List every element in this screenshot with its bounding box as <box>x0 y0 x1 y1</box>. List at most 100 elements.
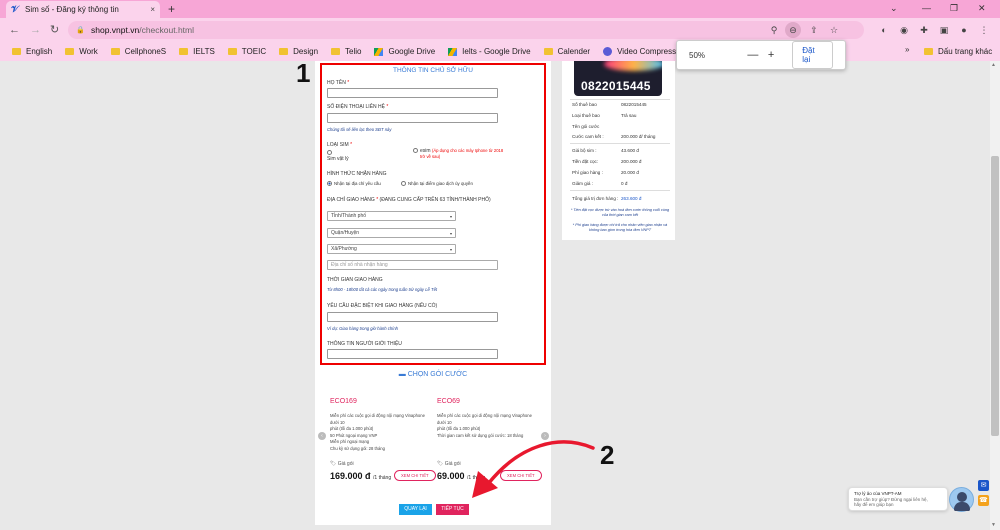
bookmark-english[interactable]: English <box>12 47 52 56</box>
side-widget-icons: ✉ ☎ <box>978 480 989 510</box>
deposit-note: * Tiền đặt cọc được trừ vào hoá đơn cước… <box>570 208 670 217</box>
back-icon[interactable]: ← <box>9 21 20 39</box>
vnpt-favicon-icon: 𝒱 <box>11 4 19 14</box>
delivery-time-note: Từ 8h00 - 18h00 tất cả các ngày trong tu… <box>327 287 438 292</box>
owner-info-title: THÔNG TIN CHỦ SỞ HỮU <box>393 67 473 74</box>
special-request-input[interactable] <box>327 312 498 322</box>
zoom-reset-button[interactable]: Đặt lại <box>792 41 833 69</box>
profile-avatar[interactable]: ● <box>956 22 972 38</box>
support-icon[interactable]: ☎ <box>978 495 989 506</box>
zoom-percent: 50% <box>689 50 706 60</box>
delivery-home-radio[interactable] <box>327 181 332 186</box>
ward-select[interactable]: Xã/Phường ▾ <box>327 244 456 254</box>
scroll-down-icon[interactable]: ▼ <box>991 522 996 528</box>
chatbot-avatar[interactable] <box>949 487 974 512</box>
divider <box>570 143 670 144</box>
feature-item: Miễn phí các cuộc gọi di động nội mạng V… <box>330 413 425 425</box>
cost-key: Giảm giá : <box>572 181 593 186</box>
video-compressor-icon <box>603 47 613 56</box>
maximize-icon[interactable]: ❐ <box>950 1 958 15</box>
zoom-icon[interactable]: ⊖ <box>785 22 801 38</box>
referrer-input[interactable] <box>327 349 498 359</box>
street-address-input[interactable]: Địa chỉ số nhà nhận hàng <box>327 260 498 270</box>
minimize-icon[interactable]: — <box>922 1 931 15</box>
special-request-note: Ví dụ: Giao hàng trong giờ hành chính <box>327 326 398 331</box>
close-window-icon[interactable]: ✕ <box>978 1 986 15</box>
phone-note: Chúng tôi sẽ liên lạc theo SĐT này <box>327 127 392 132</box>
bookmark-ielts[interactable]: IELTS <box>179 47 215 56</box>
phone-input[interactable] <box>327 113 498 123</box>
extension-icon-2[interactable]: ◉ <box>896 22 912 38</box>
banner-decoration <box>604 61 662 71</box>
special-request-label: YÊU CẦU ĐẶC BIỆT KHI GIAO HÀNG (NẾU CÓ) <box>327 303 438 309</box>
folder-icon <box>331 48 341 55</box>
province-select[interactable]: Tỉnh/Thành phố ▾ <box>327 211 456 221</box>
chat-bubble[interactable]: Trợ lý ảo của VNPT-AM Bạn cần trợ giúp? … <box>848 487 948 511</box>
bookmark-design[interactable]: Design <box>279 47 318 56</box>
carousel-prev-icon[interactable]: ‹ <box>318 432 326 440</box>
tag-icon: 🏷 <box>437 461 445 467</box>
extension-icon[interactable]: ◐ <box>876 22 892 38</box>
bookmark-work[interactable]: Work <box>65 47 98 56</box>
sim-type-label: LOẠI SIM * <box>327 142 353 148</box>
cost-value: 0 đ <box>621 181 628 186</box>
cost-value: 200.000 đ <box>621 159 642 164</box>
delivery-time-label: THỜI GIAN GIAO HÀNG <box>327 277 383 283</box>
puzzle-icon[interactable]: ✚ <box>916 22 932 38</box>
delivery-home-label: Nhận tại địa chỉ yêu cầu <box>334 181 381 186</box>
share-icon[interactable]: ⇪ <box>806 22 822 38</box>
package-price-eco169: 169.000 đ /1 tháng <box>330 471 392 481</box>
avatar-face <box>957 492 967 502</box>
bookmark-cellphones[interactable]: CellphoneS <box>110 47 166 56</box>
google-drive-icon <box>374 47 384 56</box>
back-button[interactable]: QUAY LẠI <box>399 504 432 515</box>
chat-icon[interactable]: ✉ <box>978 480 989 491</box>
new-tab-button[interactable]: + <box>168 1 175 17</box>
folder-icon <box>279 48 289 55</box>
bookmark-calender[interactable]: Calender <box>543 47 590 56</box>
district-select[interactable]: Quận/Huyện ▾ <box>327 228 456 238</box>
bookmark-telio[interactable]: Telio <box>331 47 361 56</box>
bookmarks-overflow-button[interactable]: » <box>905 45 909 54</box>
chevron-down-icon: ▾ <box>449 247 452 252</box>
cost-value: 43.600 đ <box>621 148 639 153</box>
chevron-down-icon: ▾ <box>449 231 452 236</box>
sidebar-icon[interactable]: ▣ <box>936 22 952 38</box>
delivery-store-radio[interactable] <box>401 181 406 186</box>
bookmark-label: Work <box>79 47 98 56</box>
bookmark-star-icon[interactable]: ☆ <box>826 22 842 38</box>
menu-icon[interactable]: ⋮ <box>976 22 992 38</box>
url-bar[interactable]: 🔒 shop.vnpt.vn /checkout.html <box>68 21 864 39</box>
forward-icon[interactable]: → <box>30 21 41 39</box>
folder-icon <box>12 48 21 55</box>
summary-key: Cước cam kết : <box>572 134 604 139</box>
reload-icon[interactable]: ↻ <box>50 21 59 39</box>
zoom-in-button[interactable]: + <box>762 49 780 61</box>
cost-key: Phí giao hàng : <box>572 170 603 175</box>
name-input[interactable] <box>327 88 498 98</box>
detail-button-eco169[interactable]: XEM CHI TIẾT <box>394 470 436 481</box>
bookmark-google-drive[interactable]: Google Drive <box>374 47 435 56</box>
folder-icon <box>65 48 75 55</box>
tab-title: Sim số - Đăng ký thông tin <box>25 5 119 14</box>
url-host: shop.vnpt.vn <box>91 25 140 35</box>
scroll-up-icon[interactable]: ▲ <box>991 62 996 68</box>
bookmark-label: Google Drive <box>388 47 436 56</box>
zoom-out-button[interactable]: — <box>744 49 762 61</box>
esim-radio[interactable] <box>413 148 418 153</box>
tab-search-icon[interactable]: ⌄ <box>890 1 898 15</box>
tab-close-icon[interactable]: × <box>150 5 155 14</box>
bookmark-toeic[interactable]: TOEIC <box>227 47 266 56</box>
minus-icon: ▬ <box>398 371 408 378</box>
other-bookmarks[interactable]: Dấu trang khác <box>924 42 992 61</box>
phone-label: SỐ ĐIỆN THOẠI LIÊN HỆ * <box>327 104 389 110</box>
bookmarks-bar: English Work CellphoneS IELTS TOEIC Desi… <box>0 42 1000 61</box>
summary-value: 200.000 đ/ tháng <box>621 134 656 139</box>
bookmark-ielts-drive[interactable]: Ielts - Google Drive <box>448 47 531 56</box>
sim-physical-radio[interactable] <box>327 150 332 155</box>
sim-physical-label: Sim vật lý <box>327 156 349 162</box>
scrollbar-thumb[interactable] <box>991 156 999 436</box>
sim-number-banner: 0822015445 <box>574 61 662 96</box>
browser-tab[interactable]: 𝒱 Sim số - Đăng ký thông tin × <box>6 1 160 18</box>
search-icon[interactable]: ⚲ <box>766 22 782 38</box>
